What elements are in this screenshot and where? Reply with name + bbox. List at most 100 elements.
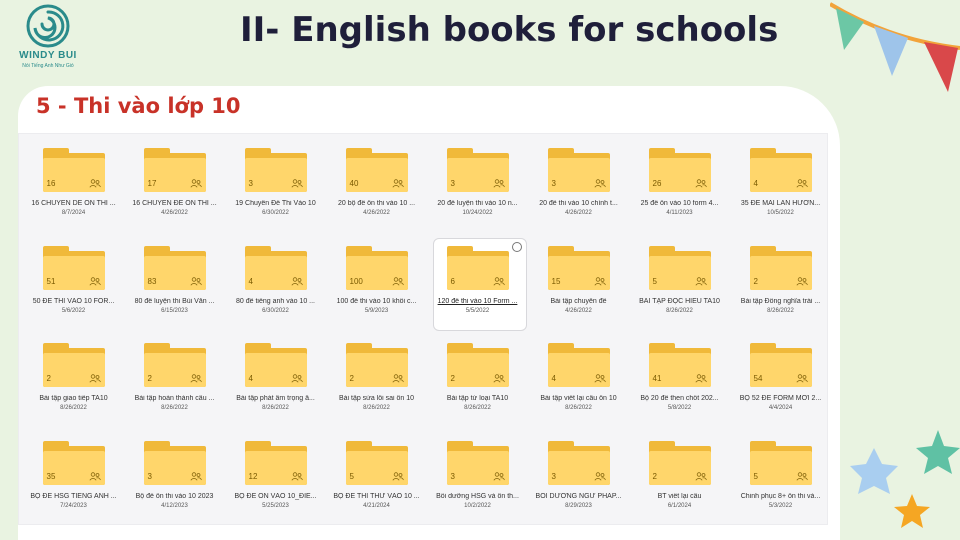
folder-item[interactable]: 2 BT viết lại câu 6/1/2024 [629,429,730,525]
folder-item[interactable]: 54 BỘ 52 ĐỀ FORM MỚI 2... 4/4/2024 [730,331,828,429]
folder-name[interactable]: Bài tập từ loại TA10 [431,395,525,402]
folder-item[interactable]: 3 Bộ đề ôn thi vào 10 2023 4/12/2023 [124,429,225,525]
folder-item-count: 83 [147,276,157,286]
shared-people-icon [795,471,808,480]
folder-item[interactable]: 4 35 ĐỀ MAI LAN HƯƠN... 10/5/2022 [730,136,828,234]
folder-modified-date: 10/24/2022 [462,210,493,216]
folder-name[interactable]: Bài tập chuyên đề [532,298,626,305]
folder-icon: 35 [42,440,105,485]
folder-icon: 3 [547,148,610,192]
folder-icon: 2 [648,440,711,485]
folder-name[interactable]: 20 đề thi vào 10 chính t... [532,200,626,207]
folder-name[interactable]: BÀI TẬP ĐỌC HIỂU TA10 [633,298,727,305]
folder-item[interactable]: 83 80 đề luyện thi Bùi Văn ... 6/15/2023 [124,234,225,332]
folder-icon: 54 [749,343,812,387]
folder-item[interactable]: 5 BỘ ĐỀ THI THỬ VÀO 10 ... 4/21/2024 [326,429,427,525]
folder-icon: 2 [446,343,509,387]
folder-name[interactable]: Bồi dưỡng HSG và ôn th... [431,493,525,500]
folder-item[interactable]: 4 Bài tập phát âm trọng â... 8/26/2022 [225,331,326,429]
shared-people-icon [593,179,606,188]
folder-name[interactable]: 100 đề thi vào 10 khối c... [330,298,424,305]
folder-name[interactable]: Bài tập phát âm trọng â... [229,395,323,402]
folder-modified-date: 8/26/2022 [565,405,592,411]
folder-item-count: 40 [349,179,359,188]
folder-item[interactable]: 12 BỘ ĐỀ ÔN VÀO 10_ĐIỂ... 5/25/2023 [225,429,326,525]
folder-item[interactable]: 4 80 đề tiếng anh vào 10 ... 6/30/2022 [225,234,326,332]
folder-name[interactable]: Bộ đề ôn thi vào 10 2023 [128,493,222,500]
folder-name[interactable]: Bài tập hoàn thành câu ... [128,395,222,402]
folder-name[interactable]: BỘ 52 ĐỀ FORM MỚI 2... [734,395,828,402]
folder-item[interactable]: 2 Bài tập từ loại TA10 8/26/2022 [427,331,528,429]
folder-item[interactable]: 4 Bài tập viết lại câu ôn 10 8/26/2022 [528,331,629,429]
shared-people-icon [694,276,707,285]
folder-item[interactable]: 51 50 ĐỀ THI VÀO 10 FOR... 5/6/2022 [23,234,124,332]
folder-modified-date: 4/12/2023 [161,502,188,509]
folder-grid: 16 16 CHUYEN DE ON THI ... 8/7/2024 17 1… [23,136,828,525]
shared-people-icon [189,276,202,285]
shared-people-icon [694,471,707,480]
folder-name[interactable]: 120 đề thi vào 10 Form ... [431,298,525,305]
shared-people-icon [290,471,303,480]
folder-item[interactable]: 15 Bài tập chuyên đề 4/26/2022 [528,234,629,332]
folder-icon: 6 [446,245,509,290]
folder-item[interactable]: 26 25 đề ôn vào 10 form 4... 4/11/2023 [629,136,730,234]
shared-people-icon [795,276,808,285]
folder-item[interactable]: 16 16 CHUYEN DE ON THI ... 8/7/2024 [23,136,124,234]
folder-icon: 26 [648,148,711,192]
folder-modified-date: 5/3/2022 [768,502,793,509]
folder-name[interactable]: Bài tập Đồng nghĩa trái ... [734,298,828,305]
folder-modified-date: 4/4/2024 [768,405,793,411]
folder-name[interactable]: 35 ĐỀ MAI LAN HƯƠN... [734,200,828,207]
folder-modified-date: 5/25/2023 [262,502,289,509]
folder-modified-date: 6/15/2023 [161,307,188,314]
folder-icon: 17 [143,148,206,192]
folder-name[interactable]: 16 CHUYÊN ĐỀ ÔN THI ... [128,200,222,207]
folder-name[interactable]: 25 đề ôn vào 10 form 4... [633,200,727,207]
folder-name[interactable]: BT viết lại câu [633,493,727,500]
folder-item[interactable]: 100 100 đề thi vào 10 khối c... 5/9/2023 [326,234,427,332]
folder-name[interactable]: Bài tập viết lại câu ôn 10 [532,395,626,402]
shared-people-icon [391,276,404,285]
folder-item[interactable]: 3 19 Chuyên Đề Thi Vào 10 6/30/2022 [225,136,326,234]
folder-name[interactable]: Chinh phục 8+ ôn thi và... [734,493,828,500]
folder-item[interactable]: 2 Bài tập sửa lỗi sai ôn 10 8/26/2022 [326,331,427,429]
folder-name[interactable]: 16 CHUYEN DE ON THI ... [27,200,121,207]
folder-item-count: 5 [349,471,354,481]
folder-item[interactable]: 40 20 bộ đề ôn thi vào 10 ... 4/26/2022 [326,136,427,234]
folder-item[interactable]: 2 Bài tập giao tiếp TA10 8/26/2022 [23,331,124,429]
folder-name[interactable]: 20 bộ đề ôn thi vào 10 ... [330,200,424,207]
select-checkbox[interactable] [512,241,522,252]
swirl-logo-icon [26,4,70,48]
folder-item[interactable]: 3 BỒI DƯỠNG NGỮ PHÁP... 8/29/2023 [528,429,629,525]
folder-item[interactable]: 2 Bài tập hoàn thành câu ... 8/26/2022 [124,331,225,429]
folder-item[interactable]: 3 Bồi dưỡng HSG và ôn th... 10/2/2022 [427,429,528,525]
folder-name[interactable]: 80 đề luyện thi Bùi Văn ... [128,298,222,305]
folder-name[interactable]: 80 đề tiếng anh vào 10 ... [229,298,323,305]
folder-name[interactable]: 19 Chuyên Đề Thi Vào 10 [229,200,323,207]
folder-item[interactable]: 3 20 đề luyện thi vào 10 n... 10/24/2022 [427,136,528,234]
folder-name[interactable]: BỘ ĐỀ HSG TIẾNG ANH ... [27,493,121,500]
folder-name[interactable]: BỒI DƯỠNG NGỮ PHÁP... [532,493,626,500]
folder-name[interactable]: Bài tập giao tiếp TA10 [27,395,121,402]
folder-name[interactable]: BỘ ĐỀ THI THỬ VÀO 10 ... [330,493,424,500]
shared-people-icon [492,471,505,480]
folder-item[interactable]: 35 BỘ ĐỀ HSG TIẾNG ANH ... 7/24/2023 [23,429,124,525]
folder-name[interactable]: 50 ĐỀ THI VÀO 10 FOR... [27,298,121,305]
folder-modified-date: 7/24/2023 [60,502,87,509]
folder-icon: 51 [42,245,105,290]
folder-name[interactable]: Bộ 20 đề then chốt 202... [633,395,727,402]
folder-name[interactable]: Bài tập sửa lỗi sai ôn 10 [330,395,424,402]
shared-people-icon [694,374,707,383]
folder-modified-date: 5/8/2022 [667,405,692,411]
folder-name[interactable]: 20 đề luyện thi vào 10 n... [431,200,525,207]
folder-name[interactable]: BỘ ĐỀ ÔN VÀO 10_ĐIỂ... [229,493,323,500]
folder-item[interactable]: 2 Bài tập Đồng nghĩa trái ... 8/26/2022 [730,234,828,332]
shared-people-icon [593,471,606,480]
folder-modified-date: 4/21/2024 [363,502,390,509]
folder-item[interactable]: 5 BÀI TẬP ĐỌC HIỂU TA10 8/26/2022 [629,234,730,332]
folder-item[interactable]: 17 16 CHUYÊN ĐỀ ÔN THI ... 4/26/2022 [124,136,225,234]
folder-item[interactable]: 6 120 đề thi vào 10 Form ... 5/5/2022 [427,234,528,332]
folder-item[interactable]: 3 20 đề thi vào 10 chính t... 4/26/2022 [528,136,629,234]
folder-item[interactable]: 41 Bộ 20 đề then chốt 202... 5/8/2022 [629,331,730,429]
folder-item[interactable]: 5 Chinh phục 8+ ôn thi và... 5/3/2022 [730,429,828,525]
